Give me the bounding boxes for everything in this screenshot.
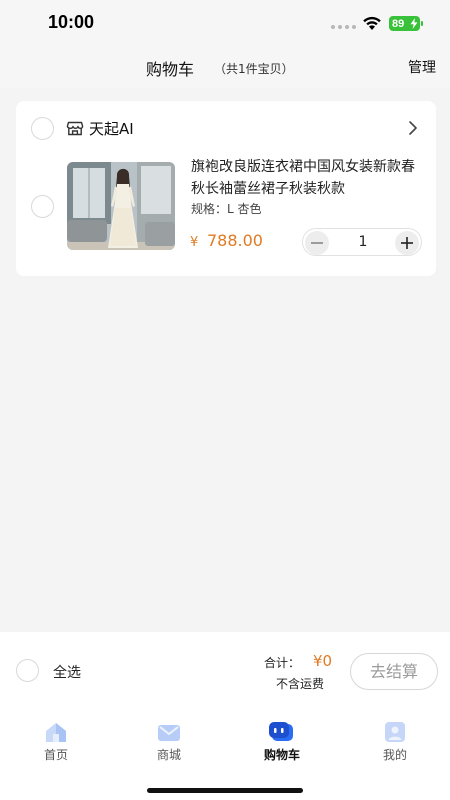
manage-button[interactable]: 管理 xyxy=(408,57,436,77)
select-all-checkbox[interactable] xyxy=(16,659,39,682)
checkout-button[interactable]: 去结算 xyxy=(350,653,438,690)
home-icon xyxy=(46,723,66,742)
tab-cart[interactable]: 购物车 xyxy=(242,720,322,763)
increase-quantity-button[interactable] xyxy=(395,231,419,255)
page-title: 购物车 xyxy=(146,60,195,79)
shop-card: 天起AI 旗袍改良版连衣裙中国风女装新款春秋长袖蕾丝裙子秋装秋款 规格：L 杏色… xyxy=(16,101,436,276)
total-label: 合计： xyxy=(264,656,301,670)
tab-mall[interactable]: 商城 xyxy=(129,720,209,763)
tab-profile-label: 我的 xyxy=(382,748,407,762)
quantity-value[interactable]: 1 xyxy=(355,234,371,250)
item-count: （共1件宝贝） xyxy=(214,62,294,76)
item-select-checkbox[interactable] xyxy=(31,195,54,218)
battery-indicator: 89 xyxy=(389,16,423,31)
chevron-right-icon[interactable] xyxy=(408,120,418,136)
store-icon xyxy=(66,121,84,136)
product-image[interactable] xyxy=(67,162,175,250)
wifi-icon xyxy=(363,16,381,30)
cart-icon xyxy=(269,722,293,741)
cart-footer: 全选 合计： ¥0 不含运费 去结算 首页 商城 购物车 我的 xyxy=(0,632,450,800)
tab-bar: 首页 商城 购物车 我的 xyxy=(0,720,450,770)
status-bar: 10:00 89 xyxy=(0,0,450,48)
cellular-signal-icon xyxy=(331,25,356,29)
product-title[interactable]: 旗袍改良版连衣裙中国风女装新款春秋长袖蕾丝裙子秋装秋款 xyxy=(191,156,423,200)
total-value: ¥0 xyxy=(313,652,333,670)
charging-bolt-icon xyxy=(410,18,418,29)
home-indicator[interactable] xyxy=(147,788,303,793)
shop-name[interactable]: 天起AI xyxy=(89,118,134,139)
tab-cart-label: 购物车 xyxy=(263,748,300,762)
select-all-label[interactable]: 全选 xyxy=(53,662,81,682)
battery-level: 89 xyxy=(392,17,405,30)
status-time: 10:00 xyxy=(48,12,95,32)
quantity-stepper: 1 xyxy=(302,228,422,256)
tab-home-label: 首页 xyxy=(43,748,68,762)
product-price: 788.00 xyxy=(207,231,263,250)
tab-mall-label: 商城 xyxy=(156,748,181,762)
minus-icon xyxy=(311,242,323,244)
plus-icon xyxy=(401,237,413,249)
price-currency: ¥ xyxy=(190,235,199,250)
profile-icon xyxy=(385,722,405,742)
tab-home[interactable]: 首页 xyxy=(16,720,96,763)
mall-icon xyxy=(158,725,180,741)
shipping-note: 不含运费 xyxy=(276,677,325,691)
decrease-quantity-button[interactable] xyxy=(305,231,329,255)
product-spec[interactable]: 规格：L 杏色 xyxy=(191,200,262,217)
tab-profile[interactable]: 我的 xyxy=(355,720,435,763)
nav-bar: 购物车 （共1件宝贝） 管理 xyxy=(0,48,450,88)
shop-select-checkbox[interactable] xyxy=(31,117,54,140)
